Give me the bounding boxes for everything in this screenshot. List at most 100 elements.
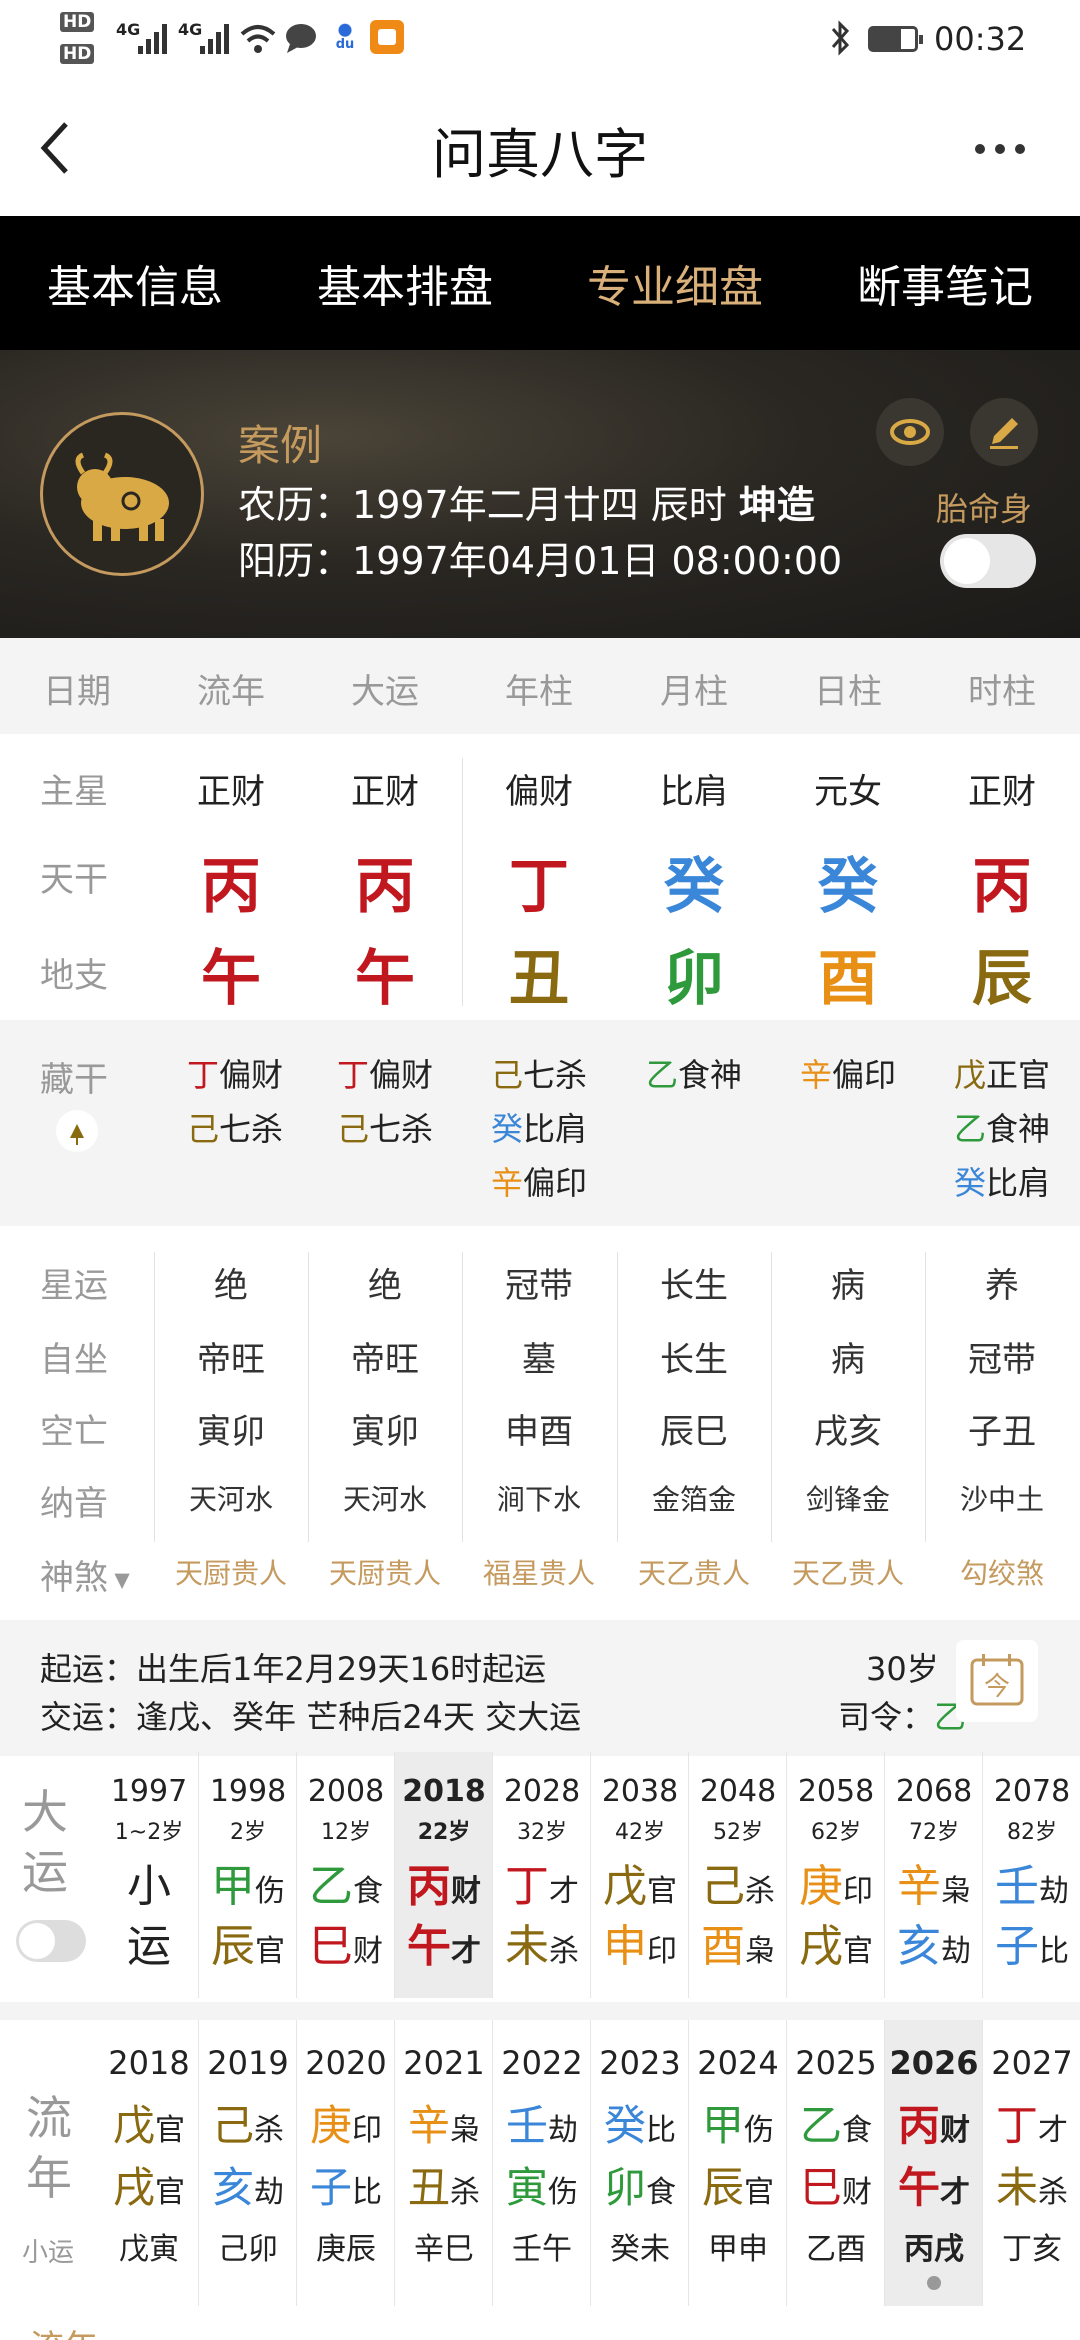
liunian-item[interactable]: 2021 辛枭 丑杀 辛巳 [394, 2020, 492, 2306]
canggan-entry: 乙食神 [927, 1104, 1077, 1150]
dayun-item[interactable]: 2048 52岁 己杀 酉枭 [688, 1752, 786, 1998]
tiangan-cell: 丙 [355, 852, 415, 922]
tab-basic-info[interactable]: 基本信息 [0, 216, 270, 350]
tab-notes[interactable]: 断事笔记 [810, 216, 1080, 350]
liunian-item[interactable]: 2027 丁才 未杀 丁亥 [982, 2020, 1080, 2306]
canggan-stem: 辛 [799, 1056, 832, 1094]
shensha-label: 神煞 [40, 1558, 108, 1598]
dizhi-cell: 午 [355, 944, 415, 1014]
xiaoyun-cell: 辛巳 [414, 2232, 474, 2267]
footer-partial: 流年 [30, 2320, 98, 2340]
liunian-stem-row: 丁才 [983, 2092, 1080, 2153]
canggan-stem: 辛 [490, 1164, 523, 1202]
shensha-item[interactable]: 天乙贵人 [619, 1552, 769, 1592]
dayun-branch-row: 未杀 [493, 1910, 591, 1974]
dayun-year: 2008 [307, 1774, 385, 1809]
canggan-shishen: 比肩 [523, 1110, 588, 1148]
dayun-branch: 酉 [701, 1921, 745, 1972]
nayin-cell: 天河水 [188, 1483, 273, 1516]
liunian-item[interactable]: 2020 庚印 子比 庚辰 [296, 2020, 394, 2306]
liunian-item[interactable]: 2023 癸比 卯食 癸未 [590, 2020, 688, 2306]
liunian-shishen: 劫 [254, 2175, 284, 2210]
solar-date-row: 阳历：1997年04月01日 08:00:00 [238, 530, 842, 585]
dayun-shishen: 财 [353, 1934, 383, 1969]
canggan-entry: 戊正官 [927, 1050, 1077, 1096]
shensha-item[interactable]: 勾绞煞 [927, 1552, 1077, 1592]
liunian-item[interactable]: 2019 己杀 亥劫 己卯 [198, 2020, 296, 2306]
edit-button[interactable] [970, 398, 1038, 466]
qiyun-label: 起运： [40, 1650, 137, 1688]
dayun-age: 32岁 [517, 1820, 567, 1845]
shensha-item[interactable]: 福星贵人 [464, 1552, 614, 1592]
canggan-shishen: 比肩 [986, 1164, 1051, 1202]
xiaoyun-cell: 丁亥 [1002, 2232, 1062, 2267]
liunian-year: 2018 [108, 2044, 190, 2082]
dayun-shishen: 官 [647, 1874, 677, 1909]
liunian-item[interactable]: 2025 乙食 巳财 乙酉 [786, 2020, 884, 2306]
canggan-entry: 乙食神 [619, 1050, 769, 1096]
liunian-branch-row: 辰官 [689, 2154, 787, 2215]
dayun-item[interactable]: 2028 32岁 丁才 未杀 [492, 1752, 590, 1998]
dayun-stem: 小 [127, 1861, 171, 1912]
liunian-item[interactable]: 2024 甲伤 辰官 甲申 [688, 2020, 786, 2306]
profile-card: 案例 农历：1997年二月廿四 辰时 坤造 阳历：1997年04月01日 08:… [0, 350, 1080, 638]
liunian-stem: 乙 [799, 2101, 842, 2150]
calendar-button[interactable]: 今 [956, 1640, 1038, 1722]
dayun-item[interactable]: 1998 2岁 甲伤 辰官 [198, 1752, 296, 1998]
liunian-shishen: 伤 [548, 2175, 578, 2210]
liunian-branch: 寅 [505, 2163, 548, 2212]
tab-pro-chart[interactable]: 专业细盘 [540, 216, 810, 350]
network-type-2: 4G [178, 20, 203, 39]
dayun-stem: 己 [701, 1861, 745, 1912]
liunian-item[interactable]: 2018 戊官 戌官 戊寅 [100, 2020, 198, 2306]
dayun-year: 1997 [110, 1774, 188, 1809]
dayun-toggle[interactable] [16, 1920, 86, 1962]
liunian-stem-row: 乙食 [787, 2092, 885, 2153]
liunian-item[interactable]: 2022 壬劫 寅伤 壬午 [492, 2020, 590, 2306]
eye-button[interactable] [876, 398, 944, 466]
zodiac-ox-icon [40, 412, 204, 576]
dayun-stem-row: 甲伤 [199, 1850, 297, 1914]
dayun-item[interactable]: 2078 82岁 壬劫 子比 [982, 1752, 1080, 1998]
dayun-item[interactable]: 2058 62岁 庚印 戌官 [786, 1752, 884, 1998]
lunar-label: 农历： [238, 483, 353, 527]
liunian-shishen: 官 [155, 2113, 185, 2148]
zizuo-label: 自坐 [40, 1340, 108, 1380]
zhuxing-cell: 比肩 [660, 772, 728, 812]
dayun-branch: 午 [407, 1921, 451, 1972]
column-divider [308, 1252, 309, 1542]
dayun-item[interactable]: 2068 72岁 辛枭 亥劫 [884, 1752, 982, 1998]
dayun-item[interactable]: 1997 1~2岁小运 [100, 1752, 198, 1998]
liunian-branch: 辰 [701, 2163, 744, 2212]
tab-basic-chart[interactable]: 基本排盘 [270, 216, 540, 350]
shensha-dropdown[interactable]: 神煞 ▼ [40, 1550, 130, 1599]
hd-badge-1: HD [60, 12, 95, 32]
column-divider [462, 1252, 463, 1542]
dayun-item[interactable]: 2038 42岁 戊官 申印 [590, 1752, 688, 1998]
canggan-stem: 乙 [953, 1110, 986, 1148]
pin-icon[interactable] [56, 1110, 98, 1152]
dayun-shishen: 伤 [255, 1874, 285, 1909]
liunian-item-current[interactable]: 2026 丙财 午才 丙戌 [884, 2020, 982, 2306]
zhuxing-cell: 正财 [351, 772, 419, 812]
canggan-shishen: 食神 [678, 1056, 743, 1094]
more-icon[interactable] [974, 142, 1026, 156]
liunian-year: 2027 [991, 2044, 1073, 2082]
dayun-shishen: 枭 [745, 1934, 775, 1969]
xiaoyun-cell: 己卯 [218, 2232, 278, 2267]
dayun-item[interactable]: 2008 12岁 乙食 巳财 [296, 1752, 394, 1998]
shensha-item[interactable]: 天厨贵人 [310, 1552, 460, 1592]
liunian-branch-row: 巳财 [787, 2154, 885, 2215]
dayun-year: 2038 [601, 1774, 679, 1809]
dayun-age: 72岁 [909, 1820, 959, 1845]
canggan-entry: 癸比肩 [927, 1158, 1077, 1204]
kongwang-cell: 辰巳 [660, 1412, 728, 1452]
dayun-item-current[interactable]: 2018 22岁 丙财 午才 [394, 1752, 492, 1998]
tiangan-cell: 癸 [818, 852, 878, 922]
taiming-toggle[interactable] [940, 534, 1036, 588]
shensha-item[interactable]: 天厨贵人 [156, 1552, 306, 1592]
shensha-item[interactable]: 天乙贵人 [773, 1552, 923, 1592]
xiaoyun-cell: 甲申 [708, 2232, 768, 2267]
zizuo-cell: 墓 [522, 1340, 556, 1380]
liunian-year: 2025 [795, 2044, 877, 2082]
